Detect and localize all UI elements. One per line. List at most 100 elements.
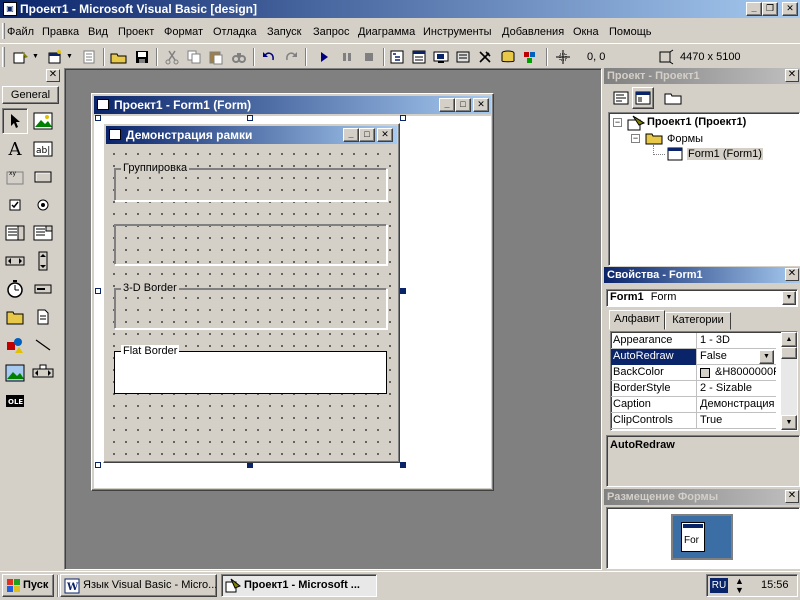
project-explorer-close-button[interactable]: ✕ (785, 69, 799, 82)
scroll-thumb[interactable] (781, 347, 797, 359)
hscrollbar-icon[interactable] (2, 248, 28, 274)
menu-query[interactable]: Запрос (313, 24, 349, 40)
properties-tab-alphabetic[interactable]: Алфавит (609, 310, 665, 330)
minimize-button[interactable]: _ (746, 2, 762, 16)
property-value[interactable]: 2 - Sizable (698, 381, 776, 397)
object-selector-dropdown-icon[interactable]: ▼ (782, 291, 796, 305)
menu-grip[interactable] (2, 23, 5, 39)
toolbar-grip[interactable] (2, 47, 5, 67)
project-root-label[interactable]: Проект1 (Проект1) (647, 116, 746, 128)
form-layout-icon[interactable] (430, 46, 452, 68)
menu-tools[interactable]: Инструменты (423, 24, 492, 40)
property-row[interactable]: ClipControls True (611, 413, 776, 429)
resize-handle-ne[interactable] (400, 115, 406, 121)
frame-empty[interactable] (114, 224, 387, 265)
menu-edit[interactable]: Правка (42, 24, 79, 40)
property-grid-scrollbar[interactable]: ▲ ▼ (781, 332, 797, 430)
copy-icon[interactable] (183, 46, 205, 68)
textbox-icon[interactable]: ab| (30, 136, 56, 162)
scroll-up-icon[interactable]: ▲ (781, 332, 797, 347)
toolbox-icon[interactable] (474, 46, 496, 68)
dirlistbox-icon[interactable] (2, 304, 28, 330)
vscrollbar-icon[interactable] (30, 248, 56, 274)
visual-component-manager-icon[interactable] (519, 46, 541, 68)
add-project-dropdown-icon[interactable]: ▼ (32, 53, 39, 60)
open-project-icon[interactable] (108, 46, 130, 68)
tree-collapse-forms-icon[interactable]: − (631, 134, 640, 143)
designer-form-icon[interactable] (97, 99, 109, 110)
property-row[interactable]: BorderStyle 2 - Sizable (611, 381, 776, 397)
paste-icon[interactable] (205, 46, 227, 68)
toolbox-tab-general[interactable]: General (2, 86, 59, 104)
picturebox-icon[interactable] (30, 108, 56, 134)
menu-editor-icon[interactable] (78, 46, 100, 68)
menu-view[interactable]: Вид (88, 24, 108, 40)
filelistbox-icon[interactable] (30, 304, 56, 330)
resize-handle-nw[interactable] (95, 115, 101, 121)
find-icon[interactable] (228, 46, 250, 68)
save-project-icon[interactable] (131, 46, 153, 68)
properties-close-button[interactable]: ✕ (785, 268, 799, 281)
drivelistbox-icon[interactable] (30, 276, 56, 302)
form-layout-title-bar[interactable]: Размещение Формы (604, 489, 800, 505)
project-explorer-icon[interactable] (386, 46, 408, 68)
view-code-icon[interactable] (610, 87, 632, 109)
view-object-icon[interactable] (632, 87, 654, 109)
shape-icon[interactable] (2, 332, 28, 358)
close-button[interactable]: ✕ (782, 2, 798, 16)
main-title-bar[interactable]: ▣ Проект1 - Microsoft Visual Basic [desi… (0, 0, 800, 18)
add-project-icon[interactable] (10, 46, 32, 68)
timer-icon[interactable] (2, 276, 28, 302)
frame-3d-border[interactable]: 3-D Border (114, 282, 387, 329)
menu-help[interactable]: Помощь (609, 24, 652, 40)
properties-window-icon[interactable] (408, 46, 430, 68)
taskbar-word-document[interactable]: W Язык Visual Basic - Micro... (60, 574, 217, 597)
property-value-dropdown-icon[interactable]: ▼ (759, 350, 774, 364)
end-icon[interactable] (358, 46, 380, 68)
toolbox-close-button[interactable]: ✕ (46, 69, 60, 82)
restore-button[interactable]: ❐ (762, 2, 778, 16)
add-form-icon[interactable] (44, 46, 66, 68)
property-row-selected[interactable]: AutoRedraw False ▼ (611, 349, 776, 365)
frame-flat-border[interactable]: Flat Border (114, 345, 387, 394)
property-value[interactable]: &H8000000F (713, 365, 776, 381)
forms-folder-label[interactable]: Формы (667, 133, 703, 145)
frame-grouping[interactable]: Группировка (114, 162, 387, 201)
object-selector[interactable]: Form1 Form ▼ (606, 289, 798, 307)
property-value[interactable]: Демонстрация (698, 397, 776, 413)
designer-minimize-button[interactable]: _ (439, 98, 455, 112)
toggle-folders-icon[interactable] (662, 87, 684, 109)
resize-handle-sw[interactable] (95, 462, 101, 468)
data-view-icon[interactable] (497, 46, 519, 68)
menu-file[interactable]: Файл (7, 24, 34, 40)
menu-addins[interactable]: Добавления (502, 24, 564, 40)
taskbar-vb-project[interactable]: Проект1 - Microsoft ... (221, 574, 377, 597)
menu-window[interactable]: Окна (573, 24, 599, 40)
object-browser-icon[interactable] (452, 46, 474, 68)
resize-handle-w[interactable] (95, 288, 101, 294)
designer-title-bar[interactable]: Проект1 - Form1 (Form) _ □ ✕ (94, 96, 491, 114)
menu-run[interactable]: Запуск (267, 24, 301, 40)
commandbutton-icon[interactable] (30, 164, 56, 190)
cut-icon[interactable] (161, 46, 183, 68)
property-row[interactable]: Caption Демонстрация (611, 397, 776, 413)
property-row[interactable]: Appearance 1 - 3D (611, 333, 776, 349)
menu-diagram[interactable]: Диаграмма (358, 24, 415, 40)
scroll-down-icon[interactable]: ▼ (781, 415, 797, 430)
app-icon[interactable]: ▣ (3, 2, 17, 16)
resize-handle-e[interactable] (400, 288, 406, 294)
image-icon[interactable] (2, 360, 28, 386)
designer-maximize-button[interactable]: □ (455, 98, 471, 112)
combobox-icon[interactable] (2, 220, 28, 246)
property-row[interactable]: BackColor &H8000000F (611, 365, 776, 381)
pointer-icon[interactable] (2, 108, 28, 134)
label-icon[interactable]: A (2, 136, 28, 162)
property-value[interactable]: 1 - 3D (698, 333, 776, 349)
optionbutton-icon[interactable] (30, 192, 56, 218)
listbox-icon[interactable] (30, 220, 56, 246)
resize-handle-n[interactable] (247, 115, 253, 121)
redo-icon[interactable] (280, 46, 302, 68)
undo-icon[interactable] (258, 46, 280, 68)
property-value[interactable]: True (698, 413, 776, 429)
ole-icon[interactable]: OLE (2, 388, 28, 414)
